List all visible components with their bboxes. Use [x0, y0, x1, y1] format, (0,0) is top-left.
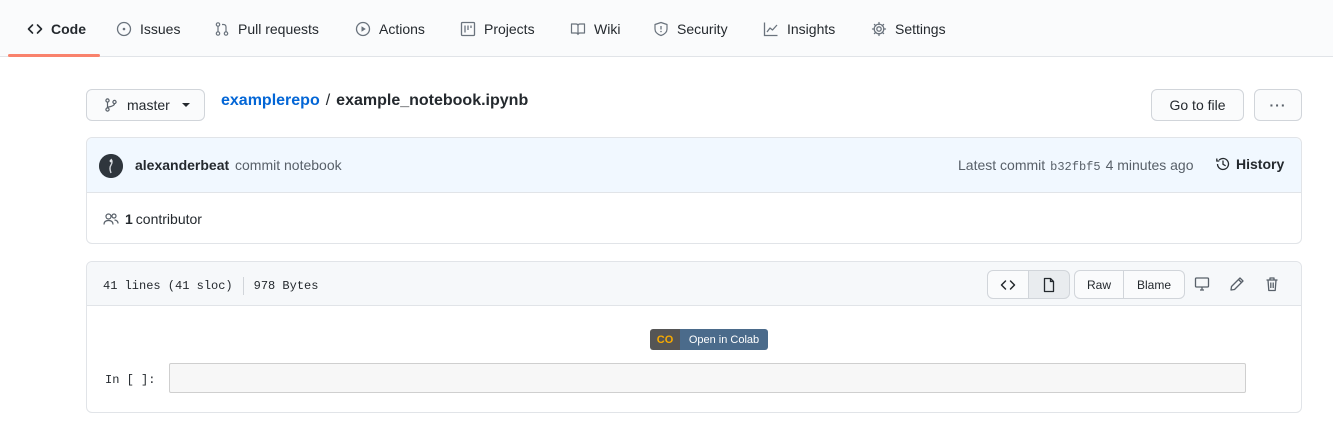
commit-time: 4 minutes ago — [1105, 157, 1194, 173]
raw-button[interactable]: Raw — [1074, 270, 1124, 299]
tab-projects[interactable]: Projects — [460, 0, 535, 57]
breadcrumb-repo-link[interactable]: examplerepo — [221, 92, 320, 110]
blame-button[interactable]: Blame — [1123, 270, 1185, 299]
branch-selector-button[interactable]: master — [86, 89, 205, 121]
desktop-icon[interactable] — [1194, 276, 1210, 292]
code-icon — [1000, 279, 1016, 290]
file-header: 41 lines (41 sloc) 978 Bytes Raw Blame — [87, 262, 1301, 306]
tab-label: Security — [677, 20, 728, 37]
notebook-code-cell[interactable] — [169, 363, 1246, 393]
play-icon — [355, 21, 371, 36]
project-icon — [460, 21, 476, 36]
kebab-icon: ··· — [1269, 97, 1287, 113]
file-viewer: 41 lines (41 sloc) 978 Bytes Raw Blame C… — [86, 261, 1302, 413]
file-info: 41 lines (41 sloc) 978 Bytes — [103, 277, 318, 295]
commit-message-link[interactable]: commit notebook — [235, 157, 342, 173]
history-icon — [1216, 157, 1230, 171]
avatar-image-icon — [99, 154, 123, 178]
commit-meta: Latest commit b32fbf5 4 minutes ago — [958, 157, 1194, 174]
latest-commit-box: alexanderbeat commit notebook Latest com… — [86, 137, 1302, 244]
repo-nav: Code Issues Pull requests Actions Projec… — [0, 0, 1333, 57]
go-to-file-button[interactable]: Go to file — [1151, 89, 1244, 121]
branch-name: master — [127, 97, 170, 113]
contributors-link[interactable]: 1 contributor — [103, 211, 202, 227]
open-in-colab-badge[interactable]: CO Open in Colab — [650, 329, 768, 350]
tab-settings[interactable]: Settings — [871, 0, 946, 57]
commit-author-link[interactable]: alexanderbeat — [135, 157, 229, 173]
file-info-divider — [242, 277, 244, 295]
contributor-count: 1 — [125, 211, 133, 227]
tab-insights[interactable]: Insights — [763, 0, 835, 57]
tab-issues[interactable]: Issues — [116, 0, 180, 57]
tab-label: Insights — [787, 20, 836, 37]
graph-icon — [763, 22, 778, 36]
tab-security[interactable]: Security — [653, 0, 728, 57]
issue-icon — [116, 21, 132, 36]
tab-label: Pull requests — [238, 20, 319, 37]
file-icon — [1043, 277, 1055, 292]
cell-prompt: In [ ]: — [105, 373, 156, 387]
tab-label: Projects — [484, 20, 535, 37]
commit-sha-link[interactable]: b32fbf5 — [1050, 160, 1100, 174]
display-rendered-button[interactable] — [1028, 270, 1070, 299]
latest-commit-label: Latest commit — [958, 157, 1046, 173]
tab-pull-requests[interactable]: Pull requests — [214, 0, 319, 57]
book-icon — [570, 22, 586, 35]
history-link[interactable]: History — [1215, 156, 1284, 172]
tab-label: Code — [51, 20, 86, 37]
active-tab-indicator — [8, 54, 100, 57]
breadcrumb: examplerepo / example_notebook.ipynb — [221, 92, 528, 110]
file-size: 978 Bytes — [253, 279, 319, 293]
contributor-label: contributor — [135, 211, 202, 227]
branch-icon — [105, 98, 117, 112]
pencil-icon[interactable] — [1229, 276, 1245, 292]
people-icon — [103, 213, 119, 225]
pull-request-icon — [215, 21, 229, 36]
more-options-button[interactable]: ··· — [1254, 89, 1302, 121]
file-line-count: 41 lines (41 sloc) — [103, 279, 233, 293]
tab-label: Actions — [379, 20, 425, 37]
commit-header: alexanderbeat commit notebook Latest com… — [87, 138, 1301, 193]
gear-icon — [871, 21, 887, 36]
display-source-button[interactable] — [987, 270, 1029, 299]
code-icon — [27, 23, 43, 34]
tab-actions[interactable]: Actions — [355, 0, 425, 57]
chevron-down-icon — [181, 103, 190, 107]
shield-icon — [654, 21, 668, 36]
history-label: History — [1236, 156, 1285, 172]
breadcrumb-file-name: example_notebook.ipynb — [336, 92, 529, 109]
tab-label: Settings — [895, 20, 946, 37]
tab-label: Issues — [140, 20, 181, 37]
colab-logo-icon: CO — [650, 329, 680, 350]
avatar[interactable] — [99, 154, 123, 178]
tab-wiki[interactable]: Wiki — [570, 0, 620, 57]
tab-label: Wiki — [594, 20, 621, 37]
tab-code[interactable]: Code — [27, 0, 86, 57]
breadcrumb-separator: / — [325, 92, 331, 109]
trash-icon[interactable] — [1264, 276, 1280, 292]
colab-badge-label: Open in Colab — [680, 329, 768, 350]
